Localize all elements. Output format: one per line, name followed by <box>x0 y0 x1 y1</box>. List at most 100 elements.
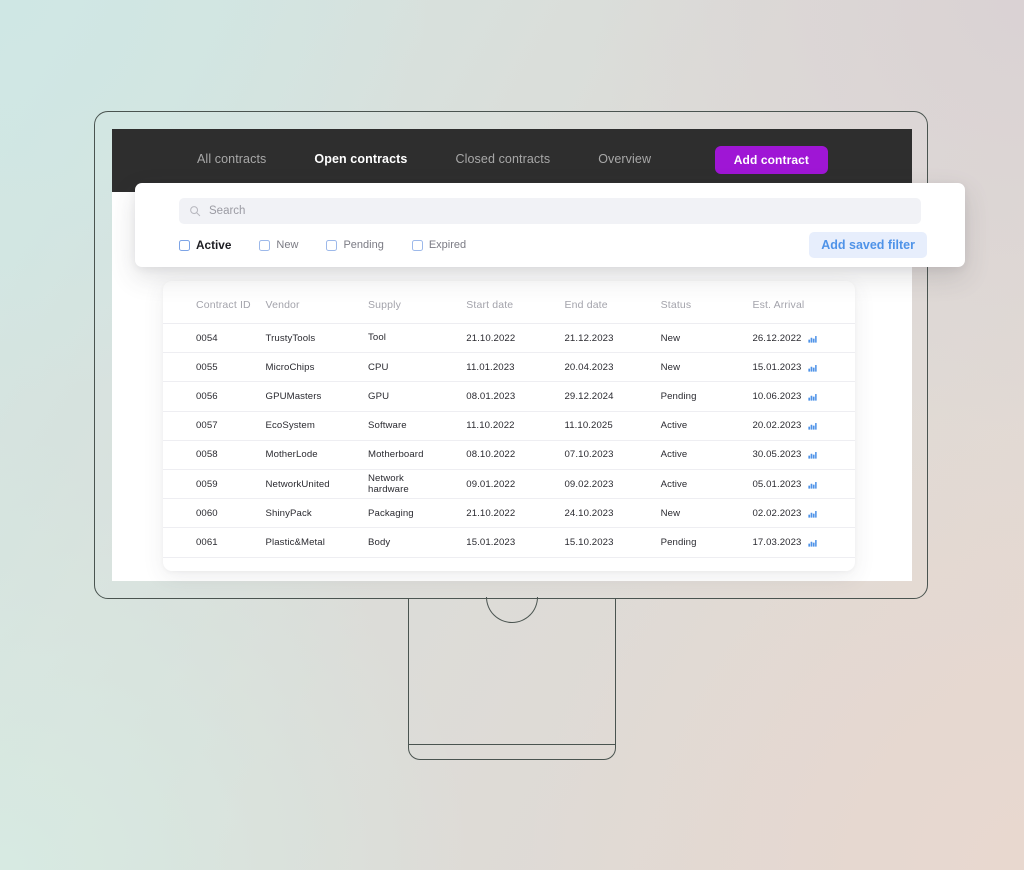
tab-overview-label: Overview <box>598 152 652 166</box>
stand-notch <box>486 597 538 623</box>
cell-status: Pending <box>660 390 697 402</box>
bar-chart-icon[interactable] <box>808 334 818 343</box>
cell-contract-id: 0055 <box>196 361 218 373</box>
bar-chart-icon[interactable] <box>808 509 818 518</box>
cell-vendor: Plastic&Metal <box>265 536 325 548</box>
cell-contract-id: 0054 <box>196 332 218 344</box>
cell-start-date: 15.01.2023 <box>466 536 516 548</box>
cell-vendor: GPUMasters <box>265 390 322 402</box>
table-row[interactable]: 0054 TrustyTools Tool 21.10.2022 21.12.2023 N… <box>163 324 855 353</box>
cell-supply: CPU <box>368 361 389 373</box>
cell-vendor: MotherLode <box>265 449 318 461</box>
table-row[interactable]: 0057 EcoSystem Software 11.10.2022 11.10.202… <box>163 411 855 441</box>
add-saved-filter-button[interactable]: Add saved filter <box>809 232 927 258</box>
table-header: Contract ID Vendor Supply Start date End… <box>163 281 855 324</box>
est-arrival-date: 26.12.2022 <box>752 332 802 344</box>
tab-all-contracts[interactable]: All contracts <box>197 152 266 169</box>
search-icon <box>190 206 201 217</box>
checkbox-active-box[interactable] <box>179 239 190 251</box>
cell-status: Active <box>660 449 688 461</box>
add-contract-button[interactable]: Add contract <box>714 146 828 174</box>
cell-status: New <box>660 332 681 344</box>
cell-est-arrival: 05.01.2023 <box>752 469 855 498</box>
table-header-row: Contract ID Vendor Supply Start date End… <box>163 281 855 324</box>
cell-supply: Network hardware <box>368 472 409 496</box>
stand-base-line <box>409 743 615 745</box>
bar-chart-icon[interactable] <box>808 480 818 489</box>
cell-end-date: 07.10.2023 <box>564 449 614 461</box>
search-input[interactable] <box>209 205 911 217</box>
checkbox-new-box[interactable] <box>259 239 271 251</box>
tab-open-contracts[interactable]: Open contracts <box>308 152 414 186</box>
checkbox-pending[interactable]: Pending <box>326 239 384 251</box>
cell-est-arrival: 26.12.2022 <box>752 324 855 353</box>
cell-supply: Software <box>368 420 407 431</box>
tab-open-contracts-label: Open contracts <box>314 152 408 166</box>
cell-start-date: 08.01.2023 <box>466 390 516 402</box>
table-row[interactable]: 0060 ShinyPack Packaging 21.10.2022 24.10.20… <box>163 499 855 528</box>
checkbox-new[interactable]: New <box>259 239 298 251</box>
cell-vendor: EcoSystem <box>265 420 315 432</box>
cell-vendor: NetworkUnited <box>265 478 330 490</box>
cell-start-date: 09.01.2022 <box>466 478 516 490</box>
column-header-est-arrival: Est. Arrival <box>752 299 805 311</box>
cell-contract-id: 0058 <box>196 449 218 461</box>
table-row[interactable]: 0055 MicroChips CPU 11.01.2023 20.04.2023 New… <box>163 353 855 382</box>
bar-chart-icon[interactable] <box>808 363 818 372</box>
checkbox-expired-label: Expired <box>428 239 467 251</box>
cell-contract-id: 0061 <box>196 536 218 548</box>
cell-contract-id: 0056 <box>196 390 218 402</box>
cell-start-date: 21.10.2022 <box>466 507 516 519</box>
cell-end-date: 20.04.2023 <box>564 361 614 373</box>
cell-vendor: MicroChips <box>265 361 315 373</box>
table-row[interactable]: 0056 GPUMasters GPU 08.01.2023 29.12.2024 Pen… <box>163 382 855 412</box>
checkbox-pending-box[interactable] <box>326 239 338 251</box>
cell-vendor: TrustyTools <box>265 332 316 344</box>
column-header-end-date: End date <box>564 299 608 311</box>
cell-end-date: 11.10.2025 <box>564 420 613 432</box>
cell-contract-id: 0057 <box>196 420 218 432</box>
checkbox-expired[interactable]: Expired <box>411 239 467 251</box>
search-field[interactable] <box>179 198 921 224</box>
cell-est-arrival: 15.01.2023 <box>752 353 855 382</box>
contracts-table: Contract ID Vendor Supply Start date End… <box>163 281 855 558</box>
bar-chart-icon[interactable] <box>808 421 818 430</box>
table-row[interactable]: 0061 Plastic&Metal Body 15.01.2023 15.10.202… <box>163 528 855 557</box>
cell-supply: Packaging <box>368 507 414 519</box>
cell-status: Active <box>660 420 688 432</box>
est-arrival-date: 20.02.2023 <box>752 420 802 432</box>
checkbox-expired-box[interactable] <box>411 239 423 251</box>
tab-overview[interactable]: Overview <box>598 152 651 169</box>
column-header-contract-id: Contract ID <box>196 299 251 311</box>
cell-end-date: 09.02.2023 <box>564 478 614 490</box>
cell-supply: Body <box>368 536 391 548</box>
cell-start-date: 21.10.2022 <box>466 332 516 344</box>
bar-chart-icon[interactable] <box>808 450 818 459</box>
cell-start-date: 11.01.2023 <box>466 361 515 373</box>
cell-start-date: 11.10.2022 <box>466 420 515 432</box>
est-arrival-date: 02.02.2023 <box>752 507 802 519</box>
bar-chart-icon[interactable] <box>808 392 818 401</box>
monitor-stand <box>408 597 616 760</box>
cell-end-date: 21.12.2023 <box>564 332 614 344</box>
cell-status: New <box>660 507 681 519</box>
bar-chart-icon[interactable] <box>808 538 818 547</box>
est-arrival-date: 17.03.2023 <box>752 536 802 548</box>
tab-closed-contracts[interactable]: Closed contracts <box>455 152 550 169</box>
nav-tab-list: All contracts Open contracts Closed cont… <box>197 152 699 186</box>
cell-contract-id: 0059 <box>196 478 218 490</box>
column-header-vendor: Vendor <box>265 299 300 311</box>
cell-status: New <box>660 361 681 373</box>
cell-est-arrival: 30.05.2023 <box>752 440 855 469</box>
column-header-status: Status <box>660 299 692 311</box>
filter-panel: Active New Pending Expired Add saved fil… <box>135 183 965 267</box>
cell-supply: GPU <box>368 390 390 402</box>
cell-end-date: 15.10.2023 <box>564 536 614 548</box>
table-row[interactable]: 0058 MotherLode Motherboard 08.10.2022 07.10… <box>163 440 855 470</box>
est-arrival-date: 10.06.2023 <box>752 390 802 402</box>
table-row[interactable]: 0059 NetworkUnited Network hardware 09.01.20… <box>163 469 855 499</box>
table-body: 0054 TrustyTools Tool 21.10.2022 21.12.2023 N… <box>163 324 855 557</box>
checkbox-active[interactable]: Active <box>179 238 231 252</box>
column-header-start-date: Start date <box>466 299 514 311</box>
est-arrival-date: 15.01.2023 <box>752 361 802 373</box>
